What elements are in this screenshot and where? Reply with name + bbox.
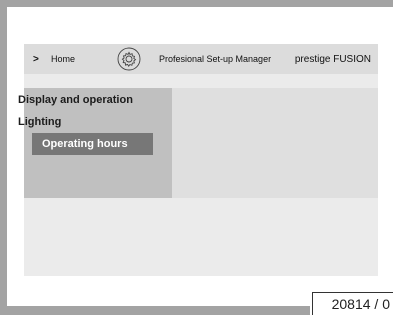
frame-left-border (0, 0, 7, 315)
menu-item-display-and-operation[interactable]: Display and operation (18, 94, 133, 106)
content-panel (172, 88, 378, 198)
menu-item-operating-hours[interactable]: Operating hours (32, 133, 153, 155)
reference-number: 20814 / 0 (312, 292, 393, 315)
breadcrumb-bar: > Home Profesional Set-up Manager presti… (24, 44, 378, 74)
brand-label: prestige FUSION (294, 53, 371, 65)
frame-bottom-border (0, 306, 310, 315)
breadcrumb-arrow: > (33, 53, 39, 65)
home-link[interactable]: Home (51, 54, 75, 64)
gear-icon[interactable] (117, 47, 141, 71)
page-title: Profesional Set-up Manager (159, 54, 272, 64)
frame-top-border (0, 0, 393, 7)
menu-item-label: Operating hours (42, 138, 128, 150)
menu-item-lighting[interactable]: Lighting (18, 116, 61, 128)
